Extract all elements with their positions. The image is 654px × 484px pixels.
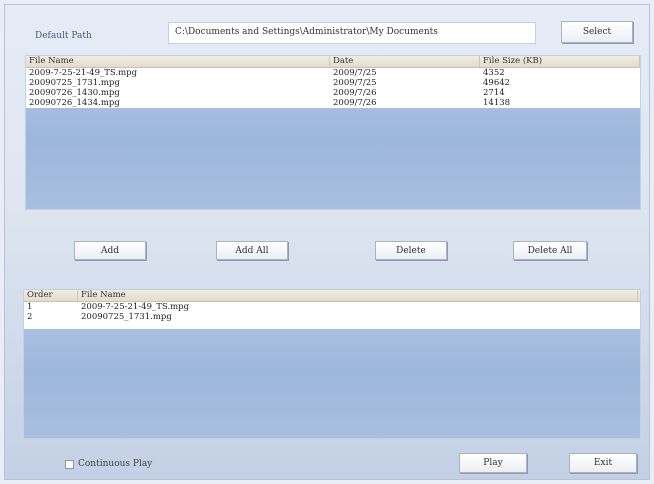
file-name-cell: 2009-7-25-21-49_TS.mpg xyxy=(29,68,138,78)
order-cell: 2 xyxy=(27,312,33,322)
default-path-label: Default Path xyxy=(35,31,92,41)
delete-button[interactable]: Delete xyxy=(375,241,447,260)
play-button[interactable]: Play xyxy=(459,453,527,473)
file-size-cell: 2714 xyxy=(483,88,505,98)
column-header-date[interactable]: Date xyxy=(330,56,480,67)
file-list-rows: 2009-7-25-21-49_TS.mpg 2009/7/25 4352 20… xyxy=(26,68,640,108)
date-cell: 2009/7/26 xyxy=(333,88,377,98)
add-button[interactable]: Add xyxy=(74,241,146,260)
play-list-panel: Order File Name 1 2009-7-25-21-49_TS.mpg… xyxy=(23,289,641,439)
table-row[interactable]: 20090726_1430.mpg 2009/7/26 2714 xyxy=(26,88,640,98)
file-list-header: File Name Date File Size (KB) xyxy=(26,56,640,68)
playlist-window: Default Path C:\Documents and Settings\A… xyxy=(4,4,650,480)
date-cell: 2009/7/25 xyxy=(333,78,377,88)
order-cell: 1 xyxy=(27,302,33,312)
play-list-rows: 1 2009-7-25-21-49_TS.mpg 2 20090725_1731… xyxy=(24,302,640,329)
delete-all-button[interactable]: Delete All xyxy=(513,241,587,260)
file-size-cell: 4352 xyxy=(483,68,505,78)
file-name-cell: 20090725_1731.mpg xyxy=(81,312,172,322)
column-header-file-name[interactable]: File Name xyxy=(78,290,638,301)
continuous-play-option[interactable]: Continuous Play xyxy=(65,459,152,469)
date-cell: 2009/7/26 xyxy=(333,98,377,108)
continuous-play-checkbox[interactable] xyxy=(65,459,74,469)
select-button[interactable]: Select xyxy=(561,21,633,43)
file-list-panel: File Name Date File Size (KB) 2009-7-25-… xyxy=(25,55,641,210)
file-name-cell: 2009-7-25-21-49_TS.mpg xyxy=(81,302,190,312)
column-header-file-name[interactable]: File Name xyxy=(26,56,330,67)
file-name-cell: 20090726_1434.mpg xyxy=(29,98,120,108)
column-header-order[interactable]: Order xyxy=(24,290,78,301)
file-name-cell: 20090726_1430.mpg xyxy=(29,88,120,98)
play-list-header: Order File Name xyxy=(24,290,640,302)
file-size-cell: 14138 xyxy=(483,98,511,108)
table-row[interactable]: 2 20090725_1731.mpg xyxy=(24,312,640,322)
column-header-file-size[interactable]: File Size (KB) xyxy=(480,56,640,67)
table-row[interactable]: 1 2009-7-25-21-49_TS.mpg xyxy=(24,302,640,312)
add-all-button[interactable]: Add All xyxy=(216,241,288,260)
file-size-cell: 49642 xyxy=(483,78,511,88)
continuous-play-label: Continuous Play xyxy=(78,459,153,469)
table-row[interactable]: 2009-7-25-21-49_TS.mpg 2009/7/25 4352 xyxy=(26,68,640,78)
table-row[interactable]: 20090725_1731.mpg 2009/7/25 49642 xyxy=(26,78,640,88)
default-path-field[interactable]: C:\Documents and Settings\Administrator\… xyxy=(168,22,536,44)
table-row[interactable]: 20090726_1434.mpg 2009/7/26 14138 xyxy=(26,98,640,108)
exit-button[interactable]: Exit xyxy=(569,453,637,473)
file-name-cell: 20090725_1731.mpg xyxy=(29,78,120,88)
date-cell: 2009/7/25 xyxy=(333,68,377,78)
